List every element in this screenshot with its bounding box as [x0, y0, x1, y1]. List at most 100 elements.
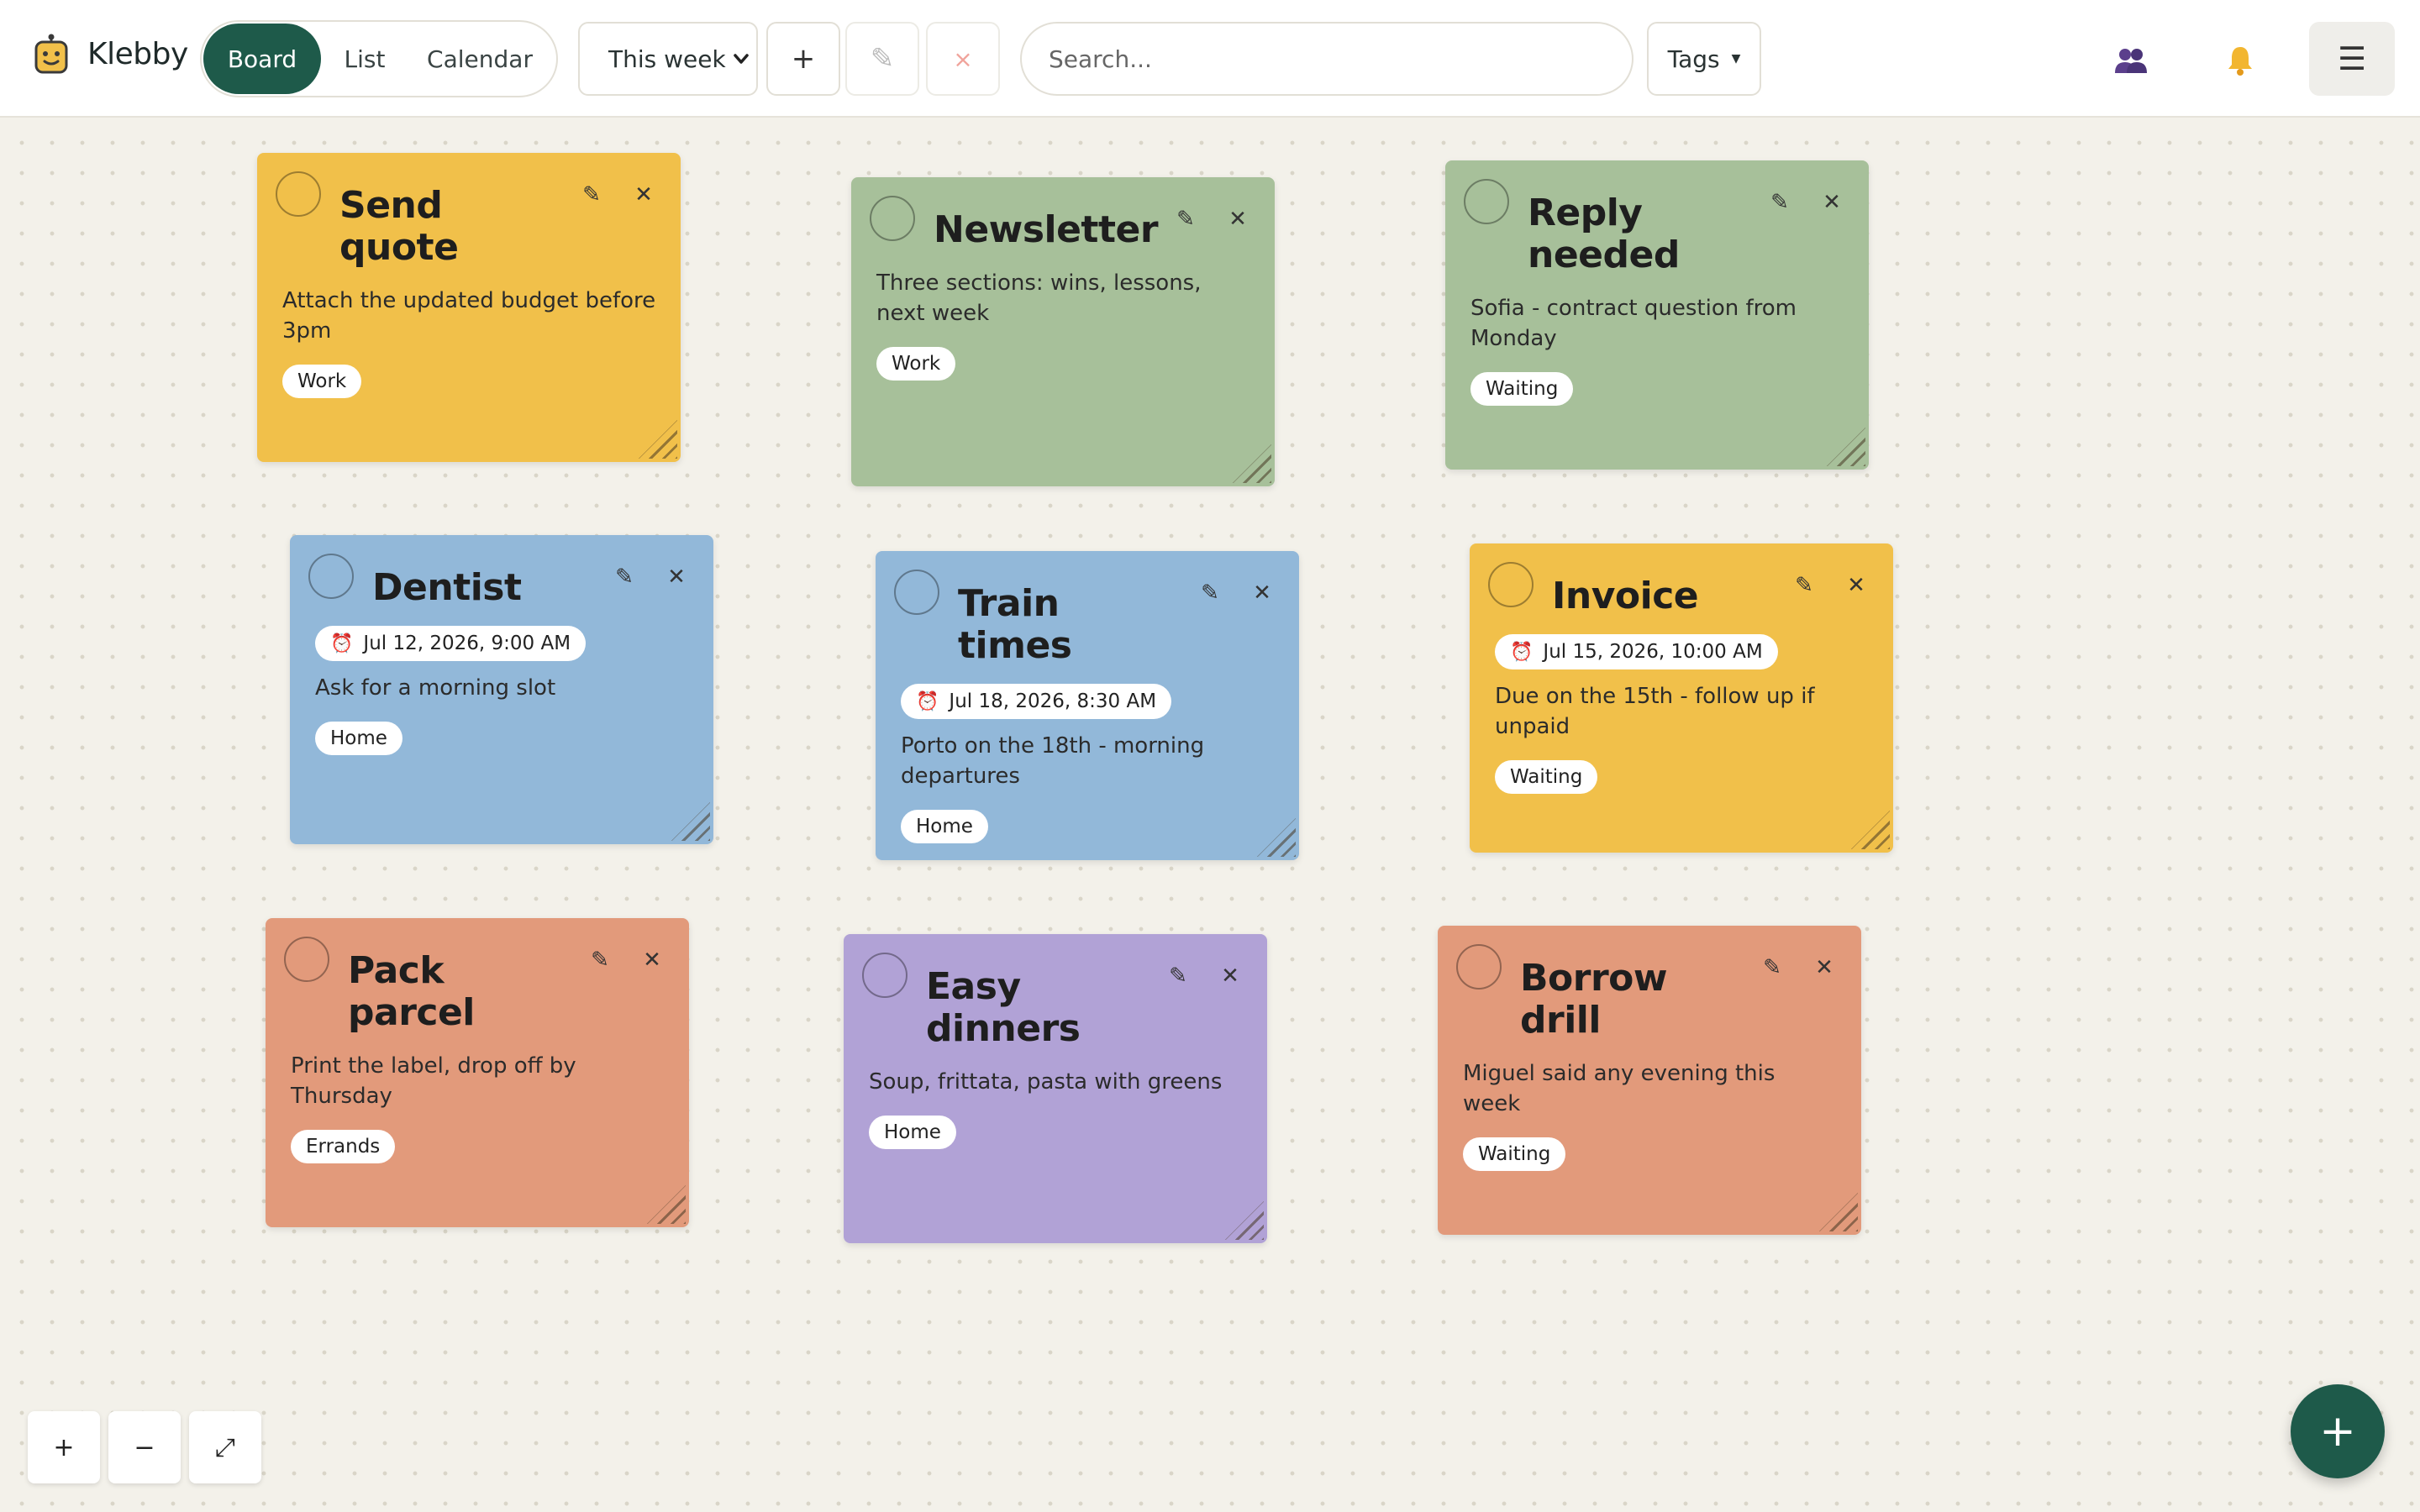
- close-icon[interactable]: ✕: [1212, 958, 1249, 995]
- tab-calendar[interactable]: Calendar: [408, 24, 551, 94]
- note-tag[interactable]: Home: [315, 722, 402, 755]
- search-box: [1020, 22, 1634, 96]
- complete-checkbox[interactable]: [1456, 944, 1502, 990]
- top-bar: Klebby Board List Calendar This week + ✎…: [0, 0, 2420, 118]
- note-card[interactable]: Easy dinners ✎ ✕ Soup, frittata, pasta w…: [844, 934, 1267, 1243]
- complete-checkbox[interactable]: [862, 953, 908, 998]
- resize-handle[interactable]: [639, 420, 677, 459]
- tab-list[interactable]: List: [321, 24, 408, 94]
- alarm-clock-icon: ⏰: [330, 633, 354, 654]
- fit-view-button[interactable]: ⤢: [189, 1411, 261, 1483]
- complete-checkbox[interactable]: [308, 554, 354, 599]
- resize-handle[interactable]: [1225, 1201, 1264, 1240]
- resize-handle[interactable]: [647, 1185, 686, 1224]
- reminder-text: Jul 15, 2026, 10:00 AM: [1543, 641, 1763, 663]
- zoom-in-button[interactable]: +: [28, 1411, 100, 1483]
- note-card[interactable]: Pack parcel ✎ ✕ Print the label, drop of…: [266, 918, 689, 1227]
- period-select-value: This week: [608, 45, 726, 73]
- resize-handle[interactable]: [1819, 1193, 1858, 1231]
- add-note-button[interactable]: +: [766, 22, 840, 96]
- note-title: Easy dinners: [926, 965, 1081, 1050]
- chevron-down-icon: [733, 47, 750, 78]
- note-tag[interactable]: Waiting: [1463, 1137, 1566, 1171]
- close-icon[interactable]: ✕: [625, 176, 662, 213]
- pencil-icon[interactable]: ✎: [1160, 958, 1197, 995]
- reminder-chip[interactable]: ⏰ Jul 18, 2026, 8:30 AM: [901, 684, 1172, 719]
- note-tag[interactable]: Home: [901, 810, 988, 843]
- note-card[interactable]: Invoice ✎ ✕ ⏰ Jul 15, 2026, 10:00 AM Due …: [1470, 543, 1893, 853]
- close-icon[interactable]: ✕: [1806, 949, 1843, 986]
- new-note-fab[interactable]: +: [2291, 1384, 2385, 1478]
- complete-checkbox[interactable]: [1488, 562, 1534, 607]
- note-body: Three sections: wins, lessons, next week: [876, 270, 1202, 326]
- note-card[interactable]: Send quote ✎ ✕ Attach the updated budget…: [257, 153, 681, 462]
- period-select[interactable]: This week: [578, 22, 758, 96]
- tab-board[interactable]: Board: [203, 24, 321, 94]
- note-tag[interactable]: Waiting: [1495, 760, 1598, 794]
- people-icon[interactable]: [2101, 30, 2161, 91]
- complete-checkbox[interactable]: [870, 196, 915, 241]
- note-body: Attach the updated budget before 3pm: [282, 288, 656, 344]
- complete-checkbox[interactable]: [1464, 179, 1509, 224]
- note-body: Soup, frittata, pasta with greens: [869, 1069, 1223, 1095]
- note-tag[interactable]: Home: [869, 1116, 956, 1149]
- alarm-clock-icon: ⏰: [916, 690, 939, 712]
- resize-handle[interactable]: [1233, 444, 1271, 483]
- note-tag[interactable]: Errands: [291, 1130, 396, 1163]
- note-card[interactable]: Newsletter ✎ ✕ Three sections: wins, les…: [851, 177, 1275, 486]
- pencil-icon[interactable]: ✎: [606, 559, 643, 596]
- resize-handle[interactable]: [1851, 811, 1890, 849]
- search-input[interactable]: [1049, 45, 1586, 73]
- alarm-clock-icon: ⏰: [1510, 641, 1534, 663]
- close-icon[interactable]: ✕: [1813, 184, 1850, 221]
- pencil-icon[interactable]: ✎: [1167, 201, 1204, 238]
- note-title: Send quote: [339, 184, 459, 269]
- note-title: Reply needed: [1528, 192, 1680, 276]
- robot-icon: [32, 34, 71, 76]
- resize-handle[interactable]: [1257, 818, 1296, 857]
- pencil-icon[interactable]: ✎: [573, 176, 610, 213]
- edit-button[interactable]: ✎: [845, 22, 919, 96]
- zoom-out-button[interactable]: −: [108, 1411, 181, 1483]
- reminder-chip[interactable]: ⏰ Jul 12, 2026, 9:00 AM: [315, 626, 587, 661]
- complete-checkbox[interactable]: [284, 937, 329, 982]
- note-card[interactable]: Train times ✎ ✕ ⏰ Jul 18, 2026, 8:30 AM P…: [876, 551, 1299, 860]
- close-icon[interactable]: ✕: [658, 559, 695, 596]
- note-title: Borrow drill: [1520, 957, 1668, 1042]
- note-body: Miguel said any evening this week: [1463, 1061, 1776, 1116]
- close-icon[interactable]: ✕: [1219, 201, 1256, 238]
- bell-icon[interactable]: [2210, 30, 2270, 91]
- close-icon[interactable]: ✕: [1838, 567, 1875, 604]
- note-tag[interactable]: Work: [876, 347, 956, 381]
- delete-button[interactable]: ×: [926, 22, 1000, 96]
- complete-checkbox[interactable]: [276, 171, 321, 217]
- note-title: Invoice: [1552, 575, 1699, 617]
- view-switcher: Board List Calendar: [200, 20, 558, 97]
- complete-checkbox[interactable]: [894, 570, 939, 615]
- pencil-icon[interactable]: ✎: [1192, 575, 1228, 612]
- reminder-chip[interactable]: ⏰ Jul 15, 2026, 10:00 AM: [1495, 634, 1778, 669]
- app-name: Klebby: [87, 37, 188, 71]
- close-icon[interactable]: ✕: [1244, 575, 1281, 612]
- pencil-icon[interactable]: ✎: [1754, 949, 1791, 986]
- resize-handle[interactable]: [671, 802, 710, 841]
- note-tag[interactable]: Work: [282, 365, 362, 398]
- tags-filter-button[interactable]: Tags ▼: [1647, 22, 1761, 96]
- pencil-icon[interactable]: ✎: [1761, 184, 1798, 221]
- note-card[interactable]: Dentist ✎ ✕ ⏰ Jul 12, 2026, 9:00 AM Ask f…: [290, 535, 713, 844]
- pencil-icon[interactable]: ✎: [1786, 567, 1823, 604]
- reminder-text: Jul 12, 2026, 9:00 AM: [363, 633, 571, 654]
- pencil-icon[interactable]: ✎: [581, 942, 618, 979]
- resize-handle[interactable]: [1827, 428, 1865, 466]
- note-card[interactable]: Reply needed ✎ ✕ Sofia - contract questi…: [1445, 160, 1869, 470]
- reminder-text: Jul 18, 2026, 8:30 AM: [949, 690, 1157, 712]
- close-icon[interactable]: ✕: [634, 942, 671, 979]
- note-title: Newsletter: [934, 208, 1159, 251]
- note-title: Dentist: [372, 566, 522, 609]
- note-body: Due on the 15th - follow up if unpaid: [1495, 684, 1815, 739]
- note-card[interactable]: Borrow drill ✎ ✕ Miguel said any evening…: [1438, 926, 1861, 1235]
- note-body: Print the label, drop off by Thursday: [291, 1053, 576, 1109]
- note-tag[interactable]: Waiting: [1470, 372, 1574, 406]
- note-body: Sofia - contract question from Monday: [1470, 296, 1797, 351]
- menu-button[interactable]: ☰: [2309, 22, 2395, 96]
